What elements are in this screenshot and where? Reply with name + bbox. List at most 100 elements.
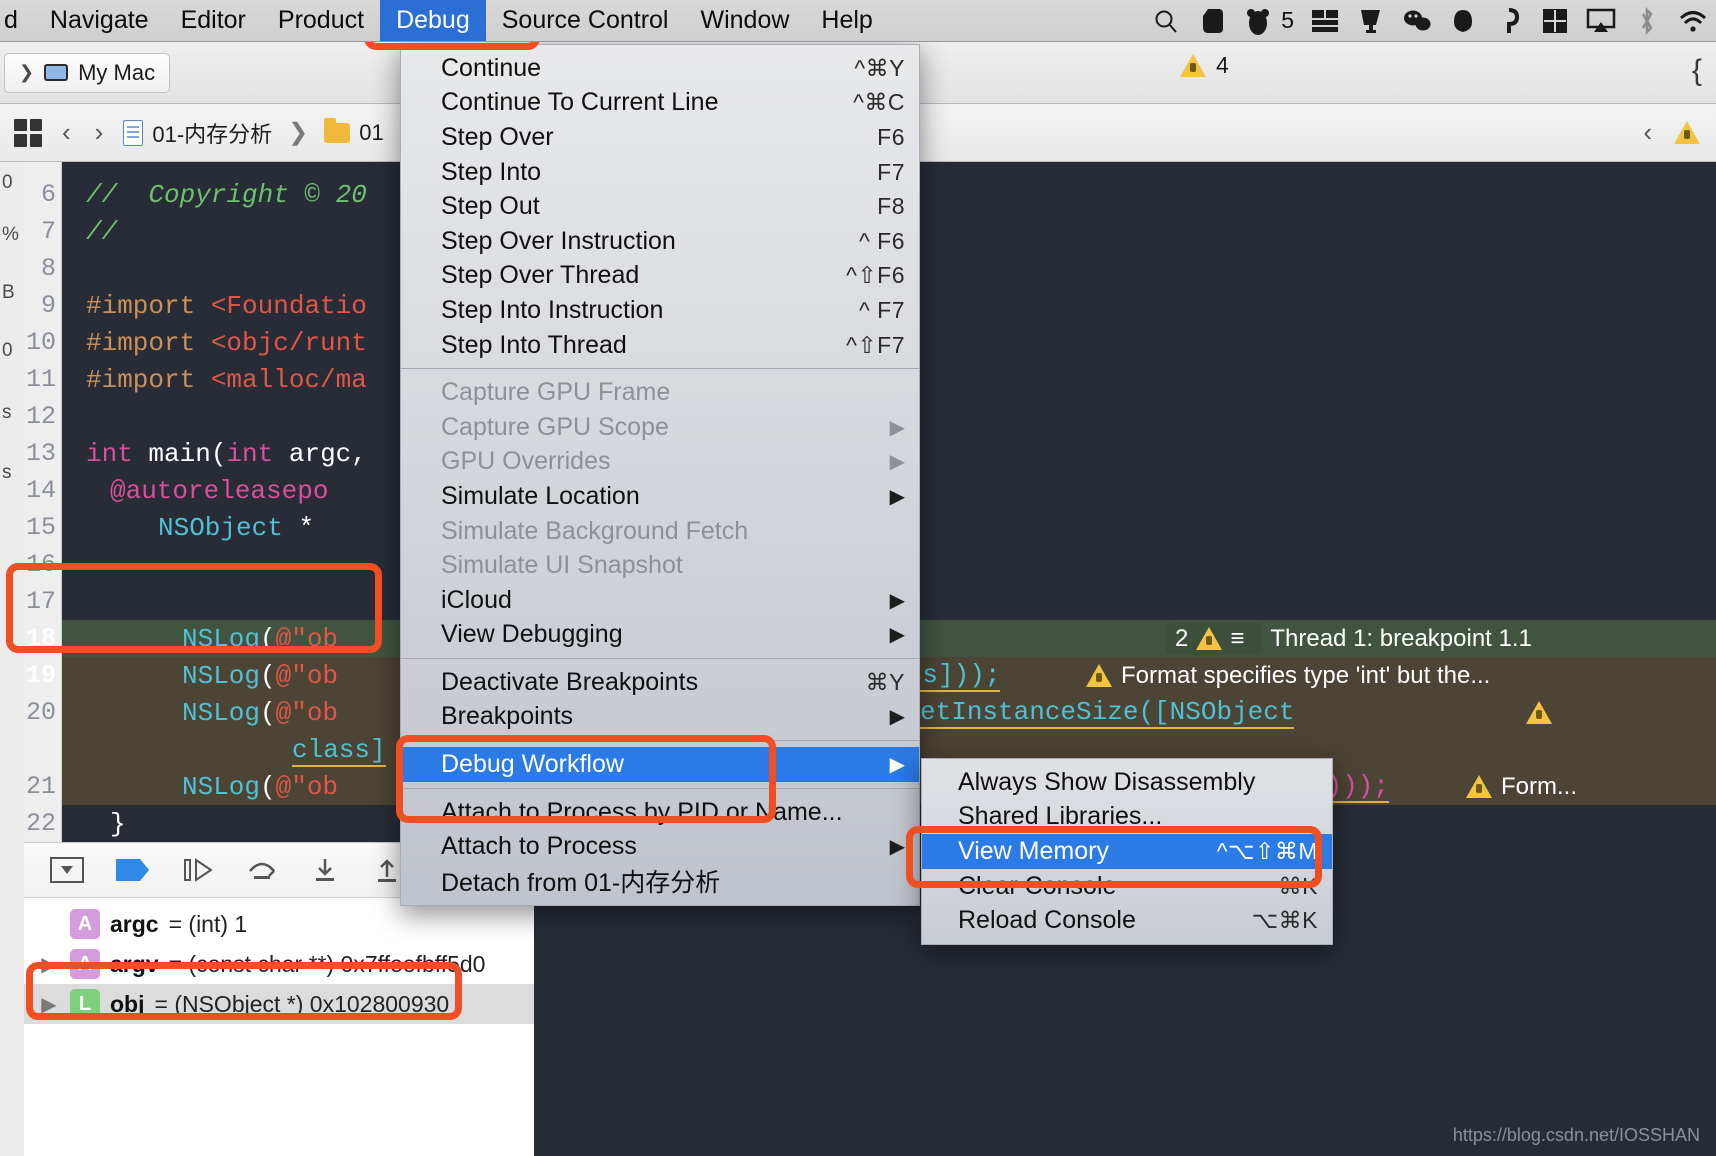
wechat-icon[interactable]	[1402, 6, 1432, 36]
menu-bar-item-source-control[interactable]: Source Control	[486, 0, 685, 41]
breakpoint-toggle-icon[interactable]	[116, 858, 150, 882]
line-code: // Copyright © 20	[86, 179, 367, 210]
airplay-icon[interactable]	[1586, 6, 1616, 36]
menu-item-step-over-thread[interactable]: Step Over Thread ^⇧F6	[401, 259, 919, 294]
warning-triangle-icon	[1526, 701, 1552, 724]
evernote-icon[interactable]	[1197, 6, 1227, 36]
hide-debug-area-icon[interactable]	[50, 857, 84, 883]
previous-issue-icon[interactable]: ‹	[1639, 117, 1656, 148]
pocket-icon[interactable]	[1494, 6, 1524, 36]
list-icon: ≡	[1230, 624, 1245, 652]
menu-item-icloud[interactable]: iCloud ▶	[401, 583, 919, 618]
menu-item-attach-to-process-by-pid-or-name[interactable]: Attach to Process by PID or Name...	[401, 795, 919, 830]
menu-item-clear-console[interactable]: Clear Console ⌘K	[922, 869, 1332, 904]
line-code: #import <objc/runt	[86, 327, 367, 358]
menu-item-shortcut: ⌘Y	[865, 668, 905, 695]
menu-item-detach-from-01[interactable]: Detach from 01-内存分析	[401, 864, 919, 899]
menu-item-view-debugging[interactable]: View Debugging ▶	[401, 618, 919, 653]
thread-breakpoint-issue[interactable]: 2 ≡ Thread 1: breakpoint 1.1	[1158, 622, 1540, 656]
menu-bar-item-window[interactable]: Window	[684, 0, 805, 41]
menu-item-label: Simulate UI Snapshot	[441, 551, 683, 580]
line-code: @autoreleasepo	[110, 475, 329, 506]
step-into-icon[interactable]	[310, 857, 340, 883]
menu-item-simulate-location[interactable]: Simulate Location ▶	[401, 479, 919, 514]
menu-item-step-into-thread[interactable]: Step Into Thread ^⇧F7	[401, 328, 919, 363]
menu-item-label: Detach from 01-内存分析	[441, 869, 721, 898]
input-source-icon[interactable]	[1540, 6, 1570, 36]
format-warning-issue-2[interactable]: Form...	[1458, 772, 1585, 802]
menu-item-step-into-instruction[interactable]: Step Into Instruction ^ F7	[401, 293, 919, 328]
variable-row[interactable]: Aargc = (int) 1	[24, 904, 534, 944]
menu-bar-item-navigate[interactable]: Navigate	[34, 0, 165, 41]
disclosure-triangle-icon[interactable]: ▶	[38, 952, 60, 977]
menu-item-deactivate-breakpoints[interactable]: Deactivate Breakpoints ⌘Y	[401, 665, 919, 700]
stacks-icon[interactable]	[1310, 6, 1340, 36]
menu-item-label: Attach to Process by PID or Name...	[441, 797, 843, 826]
menu-item-reload-console[interactable]: Reload Console ⌥⌘K	[922, 903, 1332, 938]
menu-item-step-over-instruction[interactable]: Step Over Instruction ^ F6	[401, 224, 919, 259]
warning-marker[interactable]	[1518, 700, 1560, 725]
menu-item-always-show-disassembly[interactable]: Always Show Disassembly	[922, 765, 1332, 800]
spotlight-search-icon[interactable]	[1151, 6, 1181, 36]
variable-row[interactable]: ▶ Lobj = (NSObject *) 0x102800930	[24, 984, 534, 1024]
format-warning-issue[interactable]: Format specifies type 'int' but the...	[1078, 661, 1498, 691]
menu-item-shortcut: ^ F7	[858, 296, 905, 323]
lamp-icon[interactable]	[1356, 6, 1386, 36]
menu-item-attach-to-process[interactable]: Attach to Process ▶	[401, 829, 919, 864]
warning-triangle-icon	[1466, 775, 1492, 798]
menu-bar-item-editor[interactable]: Editor	[165, 0, 262, 41]
variable-name: obj	[110, 990, 145, 1017]
menu-item-label: Capture GPU Scope	[441, 412, 669, 441]
debug-workflow-submenu[interactable]: Always Show Disassembly Shared Libraries.…	[921, 758, 1333, 945]
scheme-destination-selector[interactable]: ❯ My Mac	[4, 52, 171, 93]
menu-item-step-over[interactable]: Step Over F6	[401, 120, 919, 155]
menu-item-simulate-background-fetch: Simulate Background Fetch	[401, 514, 919, 549]
menu-item-step-out[interactable]: Step Out F8	[401, 189, 919, 224]
menu-item-shared-libraries[interactable]: Shared Libraries...	[922, 800, 1332, 835]
menu-bar-item-product[interactable]: Product	[262, 0, 380, 41]
warning-triangle-icon	[1180, 54, 1206, 77]
breadcrumb-file[interactable]: 01-内存分析	[123, 117, 272, 149]
related-items-icon[interactable]	[14, 118, 42, 147]
wifi-icon[interactable]	[1678, 6, 1708, 36]
menu-item-debug-workflow[interactable]: Debug Workflow ▶	[401, 747, 919, 782]
menu-item-label: View Debugging	[441, 620, 623, 649]
step-out-icon[interactable]	[372, 857, 402, 883]
navigate-back-icon[interactable]: ‹	[58, 117, 75, 148]
disclosure-triangle-icon[interactable]: ▶	[38, 992, 60, 1017]
menu-item-label: Step Over	[441, 122, 554, 151]
variable-row[interactable]: ▶ Aargv = (const char **) 0x7ffeefbff5d0	[24, 944, 534, 984]
menu-item-label: Simulate Background Fetch	[441, 516, 749, 545]
menu-item-label: Breakpoints	[441, 702, 574, 731]
variable-scope-badge: A	[70, 909, 100, 939]
menu-bar-item-debug[interactable]: Debug	[380, 0, 486, 41]
menu-item-step-into[interactable]: Step Into F7	[401, 155, 919, 190]
menu-item-label: GPU Overrides	[441, 447, 611, 476]
menu-item-shortcut: ^⌥⇧⌘M	[1216, 837, 1318, 864]
step-over-icon[interactable]	[246, 857, 278, 883]
toolbar-warning-indicator[interactable]: 4	[1180, 52, 1229, 79]
menu-item-continue-to-current-line[interactable]: Continue To Current Line ^⌘C	[401, 86, 919, 121]
menu-item-view-memory[interactable]: View Memory ^⌥⇧⌘M	[922, 834, 1332, 869]
continue-icon[interactable]	[182, 857, 214, 883]
menu-item-shortcut: ^⌘C	[853, 89, 905, 116]
menu-item-label: Always Show Disassembly	[958, 767, 1256, 796]
menu-item-continue[interactable]: Continue ^⌘Y	[401, 51, 919, 86]
line-code: class]	[292, 734, 386, 767]
menu-separator	[401, 787, 919, 789]
bell-icon[interactable]	[1448, 6, 1478, 36]
menu-item-breakpoints[interactable]: Breakpoints ▶	[401, 700, 919, 735]
menu-bar-item-d[interactable]: d	[0, 0, 34, 41]
menu-separator	[401, 368, 919, 370]
warning-message: Format specifies type 'int' but the...	[1121, 661, 1491, 689]
variable-value: = (int) 1	[168, 910, 248, 937]
brace-indicator: {	[1691, 54, 1702, 87]
menu-bar-item-help[interactable]: Help	[805, 0, 888, 41]
breadcrumb-folder[interactable]: 01	[324, 117, 384, 146]
debug-menu-dropdown[interactable]: Continue ^⌘Y Continue To Current Line ^⌘C St…	[400, 44, 920, 906]
submenu-arrow-icon: ▶	[889, 706, 905, 729]
navigate-forward-icon[interactable]: ›	[91, 117, 108, 148]
variables-view[interactable]: Aargc = (int) 1 ▶ Aargv = (const char **) 0x…	[24, 898, 534, 1156]
bluetooth-icon[interactable]	[1632, 6, 1662, 36]
bear-icon[interactable]	[1243, 6, 1273, 36]
